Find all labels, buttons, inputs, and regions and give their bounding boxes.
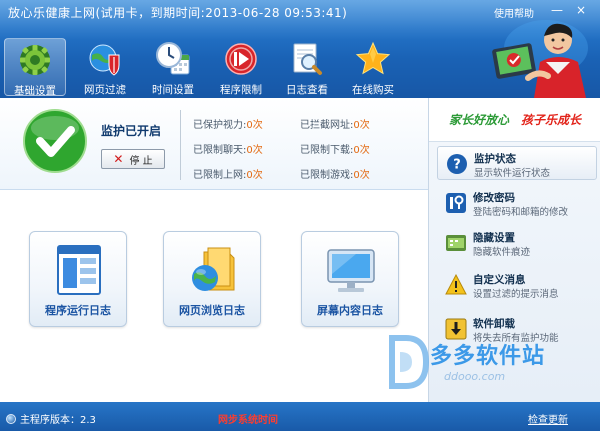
sidebar-item-desc: 设置过滤的提示消息 (473, 289, 559, 300)
tab-time-settings[interactable]: 时间设置 (142, 38, 204, 96)
sidebar-item-change-password[interactable]: 修改密码 登陆密码和邮箱的修改 (437, 186, 597, 220)
window-controls: — × (548, 3, 590, 17)
stat-blocked-urls: 已拦截网址:0次 (300, 116, 370, 131)
gear-icon (20, 45, 50, 75)
stat-value: 0次 (246, 170, 263, 181)
web-log-icon (192, 247, 235, 291)
slogan-banner: 家长好放心 孩子乐成长 (429, 98, 600, 142)
stat-games-limited: 已限制游戏:0次 (300, 166, 370, 181)
sidebar-item-title: 隐藏设置 (473, 232, 515, 244)
password-icon (446, 193, 466, 213)
log-button-label: 屏幕内容日志 (317, 304, 383, 317)
log-button-label: 网页浏览日志 (179, 304, 245, 317)
close-button[interactable]: × (572, 3, 590, 17)
sidebar-item-title: 监护状态 (474, 153, 516, 165)
slogan-left: 家长好放心 (448, 113, 509, 127)
status-panel: 监护已开启 ✕ 停 止 已保护视力:0次 已拦截网址:0次 已限制聊天:0次 已… (0, 98, 428, 190)
program-log-icon (57, 245, 101, 295)
tab-basic-settings[interactable]: 基础设置 (4, 38, 66, 97)
sidebar-item-title: 软件卸载 (473, 318, 515, 330)
stat-eye-protection: 已保护视力:0次 (193, 116, 263, 131)
tab-web-filter[interactable]: 网页过滤 (74, 38, 136, 96)
sidebar-item-monitor-status[interactable]: ? 监护状态 显示软件运行状态 (437, 146, 597, 180)
watermark-name: 多多软件站 (430, 344, 546, 369)
stat-value: 0次 (353, 120, 370, 131)
footer-brand: 网步系统时间 (218, 415, 278, 426)
play-button-icon (225, 43, 257, 75)
log-button-label: 程序运行日志 (45, 304, 111, 317)
stop-button[interactable]: ✕ 停 止 (101, 149, 165, 169)
tab-label: 程序限制 (220, 84, 262, 96)
tab-label: 网页过滤 (84, 84, 126, 96)
warning-icon (445, 274, 467, 295)
slogan-right: 孩子乐成长 (521, 113, 582, 127)
hide-icon (446, 235, 466, 251)
version-label: 主程序版本：2.3 (20, 415, 96, 426)
version-icon (6, 413, 16, 424)
sidebar-item-title: 修改密码 (473, 192, 515, 204)
stat-chat-limited: 已限制聊天:0次 (193, 141, 263, 156)
minimize-button[interactable]: — (548, 3, 566, 17)
main-content: 程序运行日志 网页浏览日志 屏幕内容日志 (0, 191, 428, 402)
stat-label: 已限制游戏: (300, 170, 354, 181)
tab-log-view[interactable]: 日志查看 (276, 38, 338, 96)
stat-value: 0次 (246, 120, 263, 131)
stat-internet-limited: 已限制上网:0次 (193, 166, 263, 181)
close-icon: ✕ (113, 152, 124, 166)
stat-download-limited: 已限制下载:0次 (300, 141, 370, 156)
window-title: 放心乐健康上网(试用卡，到期时间:2013-06-28 09:53:41) (8, 6, 348, 20)
site-watermark: 多多软件站 ddooo.com (386, 330, 600, 398)
stat-label: 已限制聊天: (193, 145, 247, 156)
watermark-url: ddooo.com (444, 370, 506, 383)
stop-button-label: 停 止 (129, 155, 153, 167)
status-bar: 主程序版本：2.3 网步系统时间 检查更新 (0, 402, 600, 431)
sidebar-item-desc: 登陆密码和邮箱的修改 (473, 207, 569, 218)
screen-log-icon (327, 249, 375, 292)
sidebar-item-title: 自定义消息 (473, 274, 526, 286)
check-update-link[interactable]: 检查更新 (528, 411, 568, 426)
stat-value: 0次 (353, 145, 370, 156)
stat-label: 已拦截网址: (300, 120, 354, 131)
program-log-button[interactable]: 程序运行日志 (29, 231, 127, 327)
tab-label: 基础设置 (14, 85, 56, 97)
d-logo-icon (389, 335, 430, 389)
globe-shield-icon (89, 44, 120, 76)
svg-text:?: ? (453, 158, 461, 173)
stat-label: 已限制下载: (300, 145, 354, 156)
checkmark-icon (23, 109, 87, 173)
child-laptop-illustration (492, 20, 588, 98)
stat-value: 0次 (246, 145, 263, 156)
tab-label: 日志查看 (286, 84, 328, 96)
question-icon: ? (447, 154, 467, 174)
tab-program-limit[interactable]: 程序限制 (210, 38, 272, 96)
magnifier-log-icon (293, 43, 322, 75)
sidebar-item-desc: 隐藏软件痕迹 (473, 247, 531, 258)
tab-online-buy[interactable]: 在线购买 (342, 38, 404, 96)
sidebar-item-custom-message[interactable]: 自定义消息 设置过滤的提示消息 (437, 268, 597, 302)
tab-label: 时间设置 (152, 84, 194, 96)
star-icon (355, 41, 391, 75)
web-log-button[interactable]: 网页浏览日志 (163, 231, 261, 327)
stat-value: 0次 (353, 170, 370, 181)
sidebar-item-hide-settings[interactable]: 隐藏设置 隐藏软件痕迹 (437, 226, 597, 260)
divider (180, 110, 181, 180)
protection-status-label: 监护已开启 (101, 124, 162, 138)
sidebar-item-desc: 显示软件运行状态 (474, 168, 551, 179)
screen-log-button[interactable]: 屏幕内容日志 (301, 231, 399, 327)
stat-label: 已限制上网: (193, 170, 247, 181)
version-info: 主程序版本：2.3 (6, 411, 96, 426)
stat-label: 已保护视力: (193, 120, 247, 131)
clock-calendar-icon (156, 42, 190, 75)
tab-label: 在线购买 (352, 84, 394, 96)
header-bar: 放心乐健康上网(试用卡，到期时间:2013-06-28 09:53:41) 使用… (0, 0, 600, 98)
